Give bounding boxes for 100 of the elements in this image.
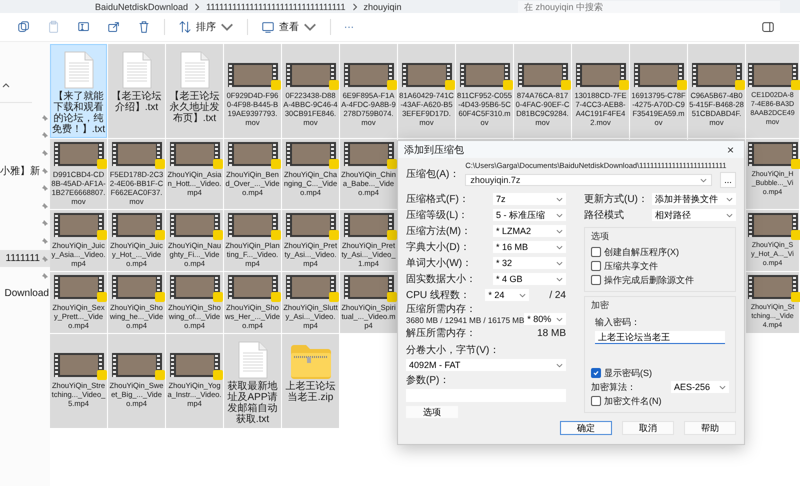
file-item[interactable]: 获取最新地址及APP请发邮箱自动获取.txt (224, 334, 281, 428)
view-button[interactable]: 查看 (258, 18, 320, 36)
checkbox[interactable] (591, 396, 601, 406)
photo-placeholder (234, 144, 272, 164)
dialog-button[interactable]: 取消 (622, 421, 674, 435)
photo-placeholder (60, 215, 98, 235)
search-field[interactable]: 在 zhouyiqin 中搜索 (518, 0, 780, 12)
collapse-chevron-icon[interactable] (2, 82, 10, 88)
field-label: 压缩等级(L)： (406, 208, 468, 222)
pin-icon[interactable] (41, 254, 49, 263)
sort-icon (178, 20, 192, 34)
dropdown-caret-icon (556, 196, 563, 202)
dropdown-caret-icon (556, 276, 563, 282)
player-badge-icon (270, 230, 280, 240)
sidebar-item[interactable]: 小雅】新 (0, 162, 50, 180)
dropdown[interactable]: * 32 (493, 257, 566, 269)
photo-placeholder (408, 65, 446, 85)
photo-placeholder (698, 65, 736, 85)
photo-placeholder (118, 215, 156, 235)
dropdown-caret-icon (726, 196, 733, 202)
player-badge-icon (734, 80, 744, 90)
file-item[interactable]: 【来了就能下载和观看的论坛，纯免费！】.txt (50, 44, 107, 138)
dropdown[interactable]: 添加并替换文件 (652, 193, 736, 205)
player-badge-icon (328, 80, 338, 90)
sidebar-item[interactable]: Download (0, 284, 50, 303)
player-badge-icon (560, 80, 570, 90)
photo-placeholder (754, 215, 792, 235)
pin-icon[interactable] (41, 166, 49, 175)
pin-icon[interactable] (41, 131, 49, 140)
field-label: 压缩包(A)： (406, 168, 460, 182)
chevron-icon (194, 2, 200, 10)
dropdown-caret-icon (556, 228, 563, 234)
group-title: 选项 (591, 230, 610, 243)
checkbox[interactable] (591, 275, 601, 285)
pin-icon[interactable] (41, 184, 49, 192)
pin-icon[interactable] (41, 202, 49, 210)
dropdown[interactable]: 相对路径 (652, 209, 736, 221)
close-button[interactable]: × (722, 142, 738, 156)
dropdown[interactable]: * 4 GB (493, 273, 566, 285)
pin-icon[interactable] (41, 148, 49, 157)
field-label: 字典大小(D)： (406, 240, 470, 254)
dropdown[interactable]: 7z (493, 193, 566, 205)
browse-button[interactable]: ... (720, 172, 736, 188)
file-item[interactable]: 【老王论坛介绍】.txt (108, 44, 165, 138)
checkbox[interactable] (591, 261, 601, 271)
photo-placeholder (176, 215, 214, 235)
checkbox-label: 加密文件名(N) (604, 394, 662, 408)
dropdown[interactable]: * 24 (485, 289, 530, 301)
pin-icon[interactable] (41, 236, 49, 245)
memory-value: 18 MB (537, 328, 566, 338)
dropdown[interactable]: 5 - 标准压缩 (493, 209, 566, 221)
dropdown-caret-icon (556, 316, 563, 322)
dropdown[interactable]: AES-256 (671, 381, 729, 393)
options-button[interactable]: 选项 (406, 406, 458, 418)
sidebar-item[interactable]: 1111111 (0, 250, 50, 268)
file-name: 获取最新地址及APP请发邮箱自动获取.txt (226, 381, 278, 425)
dialog-button[interactable]: 帮助 (684, 421, 736, 435)
breadcrumb[interactable]: 11111111111111111111111111111111 (206, 0, 346, 12)
field-label: 压缩方法(M)： (406, 224, 471, 238)
memory-usage: 3680 MB / 12941 MB / 16175 MB (406, 316, 524, 325)
photo-placeholder (350, 65, 388, 85)
sidebar-label: 1111111 (6, 253, 40, 264)
field-label: 路径模式 (584, 208, 624, 222)
pin-icon[interactable] (41, 272, 49, 280)
dropdown-caret-icon (556, 244, 563, 250)
file-item[interactable]: 【老王论坛永久地址发布页】.txt (166, 44, 223, 138)
dialog-button[interactable]: 确定 (560, 421, 612, 435)
field-label: CPU 线程数： (406, 288, 470, 302)
more-button[interactable]: ··· (341, 20, 357, 34)
sort-button[interactable]: 排序 (175, 18, 237, 36)
thread-total: / 24 (549, 290, 566, 300)
dropdown[interactable]: * LZMA2 (493, 225, 566, 237)
sidebar-label: 小雅】新 (0, 164, 40, 178)
zip-folder-icon (290, 343, 332, 379)
dropdown[interactable]: * 16 MB (493, 241, 566, 253)
text-file-icon (64, 51, 94, 89)
pin-icon[interactable] (41, 114, 49, 122)
field-label: 参数(P)： (406, 374, 450, 387)
player-badge-icon (212, 159, 222, 169)
photo-placeholder (234, 277, 272, 297)
breadcrumb[interactable]: zhouyiqin (364, 0, 402, 12)
dropdown[interactable]: 4092M - FAT (406, 359, 566, 371)
player-badge-icon (96, 230, 106, 240)
dropdown-caret-icon (556, 260, 563, 266)
player-badge-icon (790, 230, 800, 240)
password-field[interactable]: 上老王论坛当老王 (595, 331, 725, 344)
field-label: 解压所需内存： (406, 326, 476, 340)
archive-name-field[interactable]: zhouyiqin.7z (465, 174, 712, 186)
file-item[interactable]: 上老王论坛当老王.zip (282, 334, 339, 428)
photo-placeholder (292, 277, 330, 297)
checkbox[interactable] (591, 368, 601, 378)
photo-placeholder (754, 65, 792, 85)
view-icon (261, 20, 275, 34)
breadcrumb[interactable]: BaiduNetdiskDownload (95, 0, 188, 12)
pin-icon[interactable] (41, 219, 49, 228)
player-badge-icon (154, 159, 164, 169)
dropdown[interactable]: * 80% (524, 313, 566, 325)
player-badge-icon (618, 80, 628, 90)
field-label: 单词大小(W)： (406, 256, 472, 270)
checkbox[interactable] (591, 247, 601, 257)
